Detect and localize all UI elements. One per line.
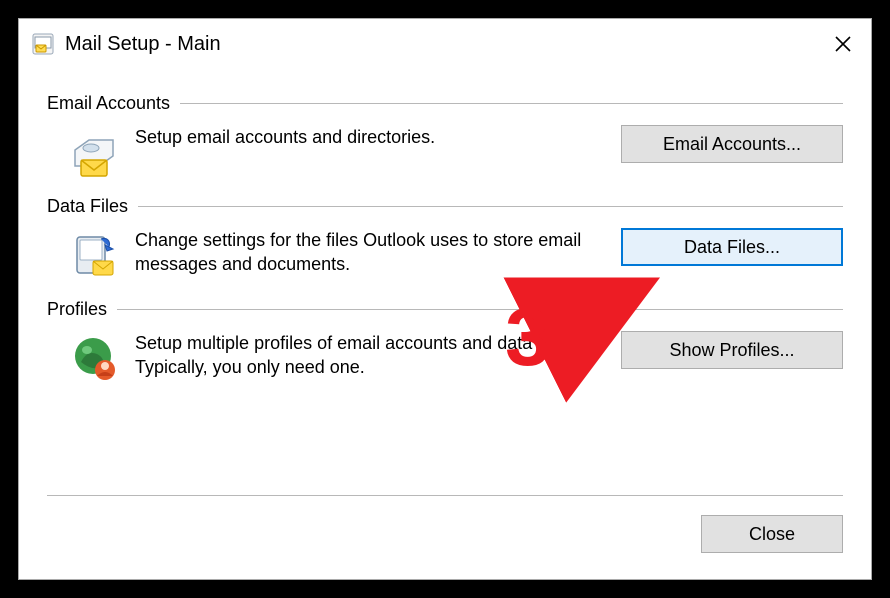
window-close-button[interactable] xyxy=(823,27,863,61)
group-profiles: Profiles Setup multiple profiles of emai… xyxy=(47,299,843,384)
email-accounts-description: Setup email accounts and directories. xyxy=(135,124,621,149)
group-title: Email Accounts xyxy=(47,93,170,114)
titlebar: Mail Setup - Main xyxy=(19,19,871,69)
close-button[interactable]: Close xyxy=(701,515,843,553)
divider xyxy=(117,309,843,310)
group-data-files: Data Files Change settings for the files… xyxy=(47,196,843,281)
group-email-accounts: Email Accounts Setup email accounts and … xyxy=(47,93,843,178)
group-header: Data Files xyxy=(47,196,843,217)
group-title: Profiles xyxy=(47,299,107,320)
email-accounts-button[interactable]: Email Accounts... xyxy=(621,125,843,163)
group-title: Data Files xyxy=(47,196,128,217)
data-files-icon xyxy=(69,229,121,281)
profiles-description: Setup multiple profiles of email account… xyxy=(135,330,621,380)
email-accounts-icon xyxy=(69,126,121,178)
window-title: Mail Setup - Main xyxy=(65,33,221,56)
mail-setup-dialog: Mail Setup - Main Email Accounts xyxy=(18,18,872,580)
mail-setup-icon xyxy=(31,32,55,56)
divider xyxy=(138,206,843,207)
group-header: Email Accounts xyxy=(47,93,843,114)
profiles-icon xyxy=(69,332,121,384)
show-profiles-button[interactable]: Show Profiles... xyxy=(621,331,843,369)
dialog-content: Email Accounts Setup email accounts and … xyxy=(19,69,871,384)
close-icon xyxy=(834,35,852,53)
dialog-footer: Close xyxy=(47,495,843,553)
divider xyxy=(180,103,843,104)
data-files-description: Change settings for the files Outlook us… xyxy=(135,227,621,277)
group-header: Profiles xyxy=(47,299,843,320)
data-files-button[interactable]: Data Files... xyxy=(621,228,843,266)
divider xyxy=(47,495,843,496)
